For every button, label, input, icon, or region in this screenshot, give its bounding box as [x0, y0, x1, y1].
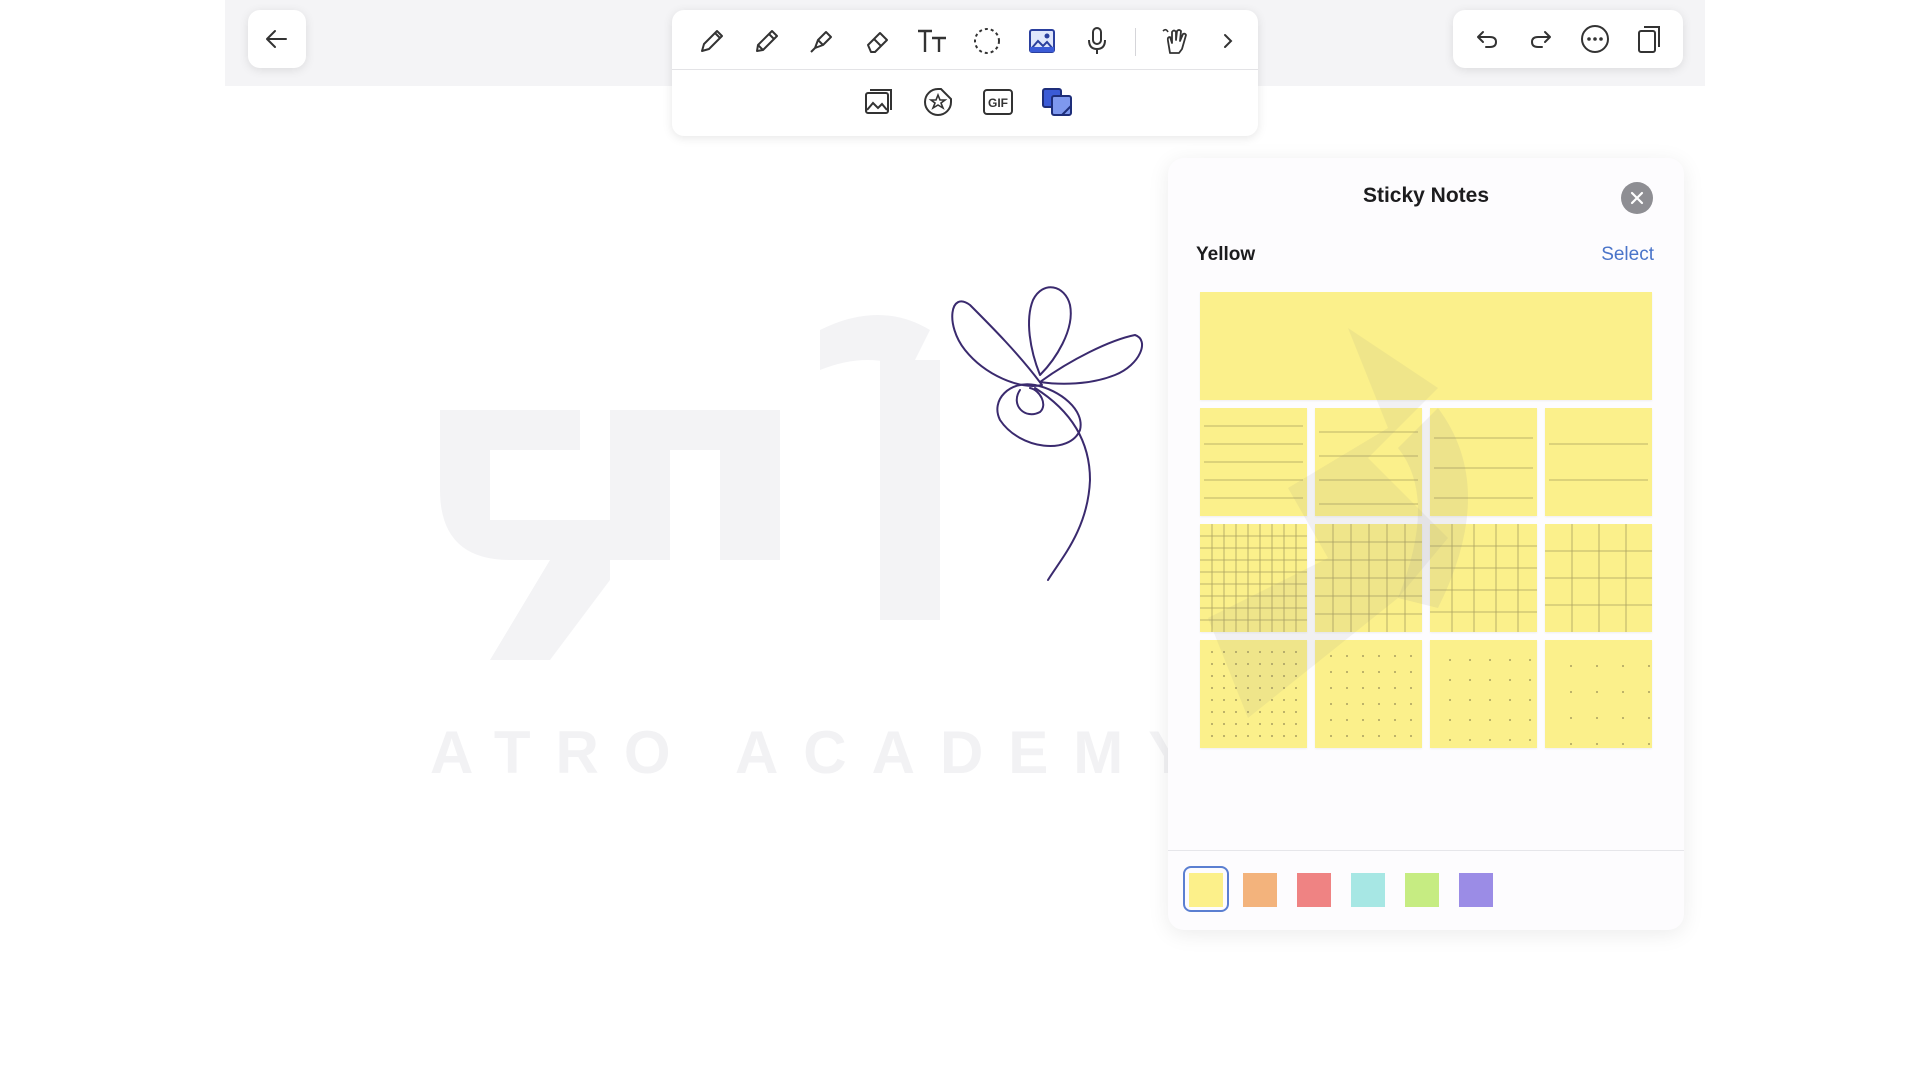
lasso-icon [974, 28, 1000, 54]
panel-title: Sticky Notes [1362, 184, 1490, 207]
close-icon [1630, 191, 1644, 205]
redo-icon [1531, 31, 1551, 48]
text-icon [918, 29, 946, 52]
arrow-left-icon [266, 30, 287, 48]
color-swatch-green[interactable] [1405, 873, 1439, 907]
gif-button[interactable]: GIF [976, 80, 1020, 124]
sticker-button[interactable] [916, 80, 960, 124]
panel-footer-divider [1168, 850, 1684, 851]
audio-tool-button[interactable] [1075, 20, 1119, 62]
undo-button[interactable] [1465, 17, 1509, 61]
sticky-note-grid[interactable] [1315, 524, 1422, 632]
pencil-tool-button[interactable] [745, 20, 789, 62]
sticky-note-lined[interactable] [1200, 408, 1307, 516]
sticky-note-dotted[interactable] [1430, 640, 1537, 748]
sticky-note-lined[interactable] [1545, 408, 1652, 516]
watermark-text: ATRO ACADEMY [430, 719, 1214, 786]
more-icon [1581, 25, 1609, 53]
image-icon [1029, 29, 1055, 53]
pages-button[interactable] [1627, 17, 1671, 61]
redo-button[interactable] [1519, 17, 1563, 61]
sticky-note-lined[interactable] [1430, 408, 1537, 516]
sticky-note-grid[interactable] [1200, 524, 1307, 632]
pages-icon [1638, 26, 1660, 53]
highlighter-tool-button[interactable] [800, 20, 844, 62]
sticky-note-grid[interactable] [1430, 524, 1537, 632]
svg-text:GIF: GIF [988, 96, 1008, 110]
color-swatch-yellow[interactable] [1189, 873, 1223, 907]
microphone-icon [1088, 27, 1106, 54]
selected-color-label: Yellow [1196, 244, 1256, 265]
back-button-card [248, 10, 306, 68]
back-button[interactable] [248, 10, 306, 68]
pen-tool-button[interactable] [690, 20, 734, 62]
chevron-right-icon [1224, 34, 1233, 48]
more-tools-button[interactable] [1210, 20, 1246, 62]
color-swatch-cyan[interactable] [1351, 873, 1385, 907]
sticky-note-dotted[interactable] [1545, 640, 1652, 748]
sticky-notes-grid [1200, 292, 1652, 750]
lasso-tool-button[interactable] [965, 20, 1009, 62]
sticker-icon [924, 88, 952, 116]
sticky-notes-panel: Sticky Notes Yellow Select [1168, 158, 1684, 930]
color-swatch-orange[interactable] [1243, 873, 1277, 907]
eraser-icon [867, 32, 888, 53]
finger-draw-button[interactable] [1154, 20, 1198, 62]
finger-draw-icon [1162, 28, 1187, 54]
toolbar-divider [672, 69, 1258, 70]
eraser-tool-button[interactable] [855, 20, 899, 62]
actions-toolbar [1453, 10, 1683, 68]
sticky-note-dotted[interactable] [1315, 640, 1422, 748]
sticky-note-lined[interactable] [1315, 408, 1422, 516]
photo-library-icon [865, 89, 892, 114]
photo-library-button[interactable] [856, 80, 900, 124]
flower-drawing [951, 286, 1144, 581]
pencil-icon [756, 30, 778, 52]
undo-icon [1477, 31, 1497, 48]
more-options-button[interactable] [1573, 17, 1617, 61]
gif-icon: GIF [983, 89, 1013, 115]
pen-icon [701, 30, 723, 52]
sticky-note-plain[interactable] [1200, 292, 1652, 400]
highlighter-icon [810, 31, 832, 53]
sticky-note-grid[interactable] [1545, 524, 1652, 632]
tool-palette: GIF [672, 10, 1258, 136]
color-swatch-red[interactable] [1297, 873, 1331, 907]
image-tool-button[interactable] [1020, 20, 1064, 62]
sticky-notes-button[interactable] [1035, 80, 1079, 124]
toolbar-separator [1135, 28, 1136, 56]
close-panel-button[interactable] [1621, 182, 1653, 214]
text-tool-button[interactable] [910, 20, 954, 62]
sticky-note-dotted[interactable] [1200, 640, 1307, 748]
sticky-notes-icon [1042, 88, 1072, 116]
select-button[interactable]: Select [1601, 244, 1654, 266]
color-swatch-purple[interactable] [1459, 873, 1493, 907]
